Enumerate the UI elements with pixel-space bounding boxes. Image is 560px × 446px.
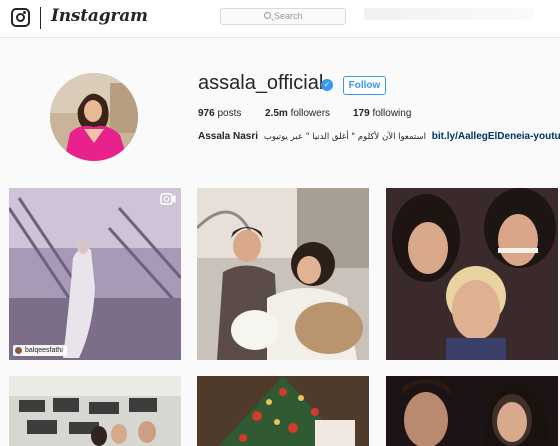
followers-label: followers	[290, 108, 331, 119]
post-1-image	[9, 188, 181, 360]
header-divider	[40, 7, 41, 29]
profile-username: assala_official	[198, 72, 324, 94]
bio-full-name: Assala Nasri	[198, 131, 259, 142]
top-navigation-bar: Instagram Search	[0, 0, 560, 38]
search-placeholder: Search	[274, 11, 303, 21]
post-tile-3[interactable]	[386, 188, 558, 360]
verified-badge-icon: ✓	[321, 79, 333, 91]
post-tile-2[interactable]	[197, 188, 369, 360]
post-2-image	[197, 188, 369, 360]
following-stat[interactable]: 179 following	[353, 108, 411, 119]
post-5-image	[197, 376, 369, 446]
post-3-image	[386, 188, 558, 360]
post-tile-6[interactable]	[386, 376, 558, 446]
post-6-image	[386, 376, 558, 446]
bio-link[interactable]: bit.ly/AallegElDeneia-youtube	[432, 131, 560, 142]
instagram-glyph-icon[interactable]	[11, 8, 30, 27]
profile-bio: Assala Nasri استمعوا الآن لأكلوم " أغلق …	[198, 131, 560, 142]
post-tile-4[interactable]	[9, 376, 181, 446]
instagram-wordmark[interactable]: Instagram	[51, 6, 148, 26]
tagged-user-avatar	[15, 347, 22, 354]
bio-text: استمعوا الآن لأكلوم " أغلق الدنيا " عبر …	[263, 132, 426, 142]
posts-label: posts	[217, 108, 242, 119]
post-tile-5[interactable]	[197, 376, 369, 446]
followers-stat[interactable]: 2.5m followers	[265, 108, 330, 119]
following-count: 179	[353, 108, 370, 119]
search-icon	[264, 12, 271, 19]
search-input[interactable]: Search	[220, 8, 346, 25]
tagged-username: balqeesfathi	[25, 347, 63, 354]
video-camera-icon	[160, 193, 176, 205]
followers-count: 2.5m	[265, 108, 288, 119]
posts-count: 976	[198, 108, 215, 119]
header-right-area	[364, 8, 534, 20]
posts-stat: 976 posts	[198, 108, 241, 119]
post-tile-1[interactable]: balqeesfathi	[9, 188, 181, 360]
profile-avatar[interactable]	[50, 73, 138, 161]
following-label: following	[372, 108, 412, 119]
tagged-user-badge[interactable]: balqeesfathi	[13, 345, 67, 356]
post-4-image	[9, 376, 181, 446]
follow-button[interactable]: Follow	[343, 76, 386, 95]
